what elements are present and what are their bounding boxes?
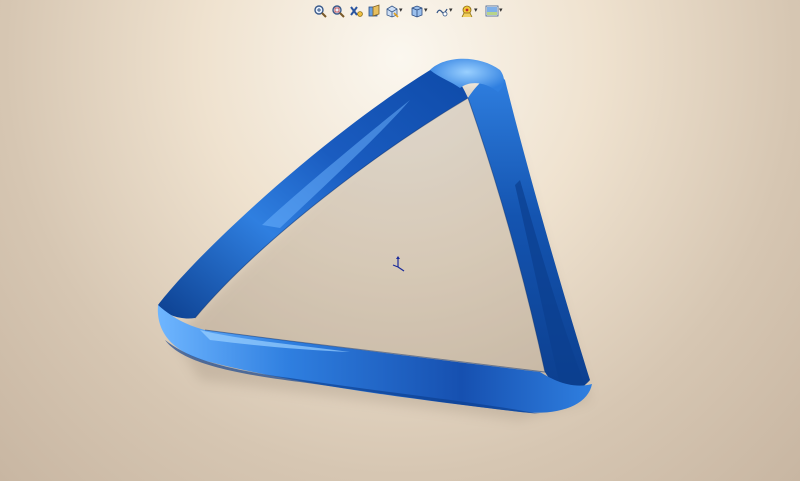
graphics-area[interactable]: ▾ ▾ ▾ ▾ ▾ [0,0,800,481]
twisted-triangle-band-model[interactable] [0,0,800,481]
origin-triad-icon [392,256,405,272]
